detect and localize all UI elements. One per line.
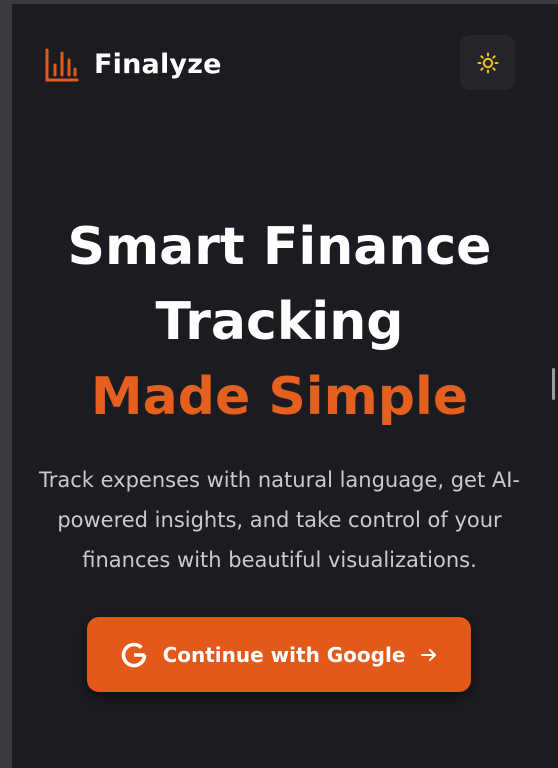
arrow-right-icon <box>421 648 437 661</box>
theme-toggle-button[interactable] <box>460 35 515 90</box>
continue-with-google-button[interactable]: Continue with Google <box>87 617 471 692</box>
hero-title-line2: Tracking <box>155 292 404 352</box>
hero-title-line1: Smart Finance <box>67 217 492 277</box>
google-icon <box>121 642 146 667</box>
app-viewport: Finalyze Smart Finance Tracking Made Sim… <box>12 4 547 768</box>
cta-label: Continue with Google <box>162 642 406 667</box>
sun-icon <box>477 52 498 73</box>
bar-chart-icon <box>45 48 79 82</box>
scrollbar-thumb[interactable] <box>552 368 555 400</box>
top-bar: Finalyze <box>12 4 547 122</box>
hero-title-accent: Made Simple <box>90 367 469 427</box>
hero-description: Track expenses with natural language, ge… <box>38 468 521 572</box>
hero-title: Smart Finance Tracking Made Simple <box>12 210 547 435</box>
brand-name: Finalyze <box>94 49 222 80</box>
